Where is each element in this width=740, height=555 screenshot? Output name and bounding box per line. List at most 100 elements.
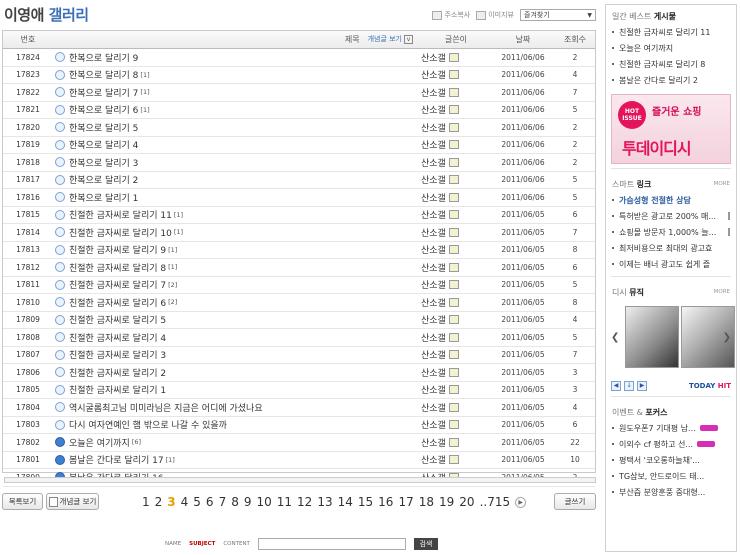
events-item[interactable]: 부산즘 분양훈풍 중대형... [606,484,736,500]
next-page-icon[interactable]: ▶ [515,496,527,508]
page-link[interactable]: 3 [167,495,175,509]
post-writer[interactable]: 산소갤 [421,226,491,239]
events-item[interactable]: 원도우폰7 기대평 남... [606,420,736,436]
page-link[interactable]: 10 [256,495,271,509]
post-title[interactable]: 친절한 금자씨로 달리기 9 [1] [53,243,421,256]
post-title[interactable]: 친절한 금자씨로 달리기 8 [1] [53,261,421,274]
post-title[interactable]: 다시 여자연예인 햄 밖으로 나갈 수 있을까 [53,418,421,431]
today-hit[interactable]: TODAY HIT [689,382,731,390]
post-writer[interactable]: 산소갤 [421,173,491,186]
search-option-name[interactable]: NAME [165,541,181,547]
events-item[interactable]: TG삼보, 안드로이드 태... [606,468,736,484]
last-page-link[interactable]: ..715 [480,495,511,509]
today-dc-banner[interactable]: HOT ISSUE 즐거운 쇼핑 투데이디시 [611,94,731,164]
concept-view-toggle[interactable]: 개념글 보기 v [368,34,413,45]
post-writer[interactable]: 산소갤 [421,348,491,361]
horizontal-scrollbar[interactable] [4,477,596,483]
page-link[interactable]: 11 [277,495,292,509]
page-link[interactable]: 14 [338,495,353,509]
post-writer[interactable]: 산소갤 [421,156,491,169]
smart-item[interactable]: 최저비용으로 최대의 광고효 [606,240,736,256]
smart-item[interactable]: 특허받은 광고로 200% 매... [606,208,736,224]
smart-item[interactable]: 이제는 배너 광고도 쉽게 즐 [606,256,736,272]
post-title[interactable]: 한복으로 달리기 4 [53,138,421,151]
page-link[interactable]: 2 [155,495,163,509]
page-link[interactable]: 18 [419,495,434,509]
post-title[interactable]: 한복으로 달리기 2 [53,173,421,186]
page-link[interactable]: 6 [206,495,214,509]
next-icon[interactable]: ▶ [637,381,647,391]
search-button[interactable]: 검색 [413,538,438,550]
smart-more-link[interactable]: MORE [714,181,730,187]
download-icon[interactable]: ↓ [624,381,634,391]
chevron-right-icon[interactable]: ❯ [723,332,731,343]
post-title[interactable]: 한복으로 달리기 7 [1] [53,86,421,99]
post-writer[interactable]: 산소갤 [421,313,491,326]
music-more-link[interactable]: MORE [714,289,730,295]
post-writer[interactable]: 산소갤 [421,261,491,274]
post-title[interactable]: 한복으로 달리기 6 [1] [53,103,421,116]
list-button[interactable]: 목록보기 [2,493,43,510]
best-item[interactable]: 친절한 금자씨로 달리기 8 [606,56,736,72]
concept-list-button[interactable]: 개념글 보기 [46,493,99,510]
post-writer[interactable]: 산소갤 [421,296,491,309]
post-writer[interactable]: 산소갤 [421,208,491,221]
post-title[interactable]: 한복으로 달리기 3 [53,156,421,169]
write-button[interactable]: 글쓰기 [554,493,596,510]
page-link[interactable]: 7 [219,495,227,509]
post-writer[interactable]: 산소갤 [421,453,491,466]
post-title[interactable]: 친절한 금자씨로 달리기 1 [53,383,421,396]
post-writer[interactable]: 산소갤 [421,103,491,116]
smart-item[interactable]: 가슴성형 전절한 상담 [606,192,736,208]
album-cover[interactable] [625,306,679,368]
post-writer[interactable]: 산소갤 [421,68,491,81]
page-link[interactable]: 16 [378,495,393,509]
post-writer[interactable]: 산소갤 [421,401,491,414]
post-writer[interactable]: 산소갤 [421,51,491,64]
post-writer[interactable]: 산소갤 [421,331,491,344]
page-link[interactable]: 15 [358,495,373,509]
post-title[interactable]: 친절한 금자씨로 달리기 3 [53,348,421,361]
page-link[interactable]: 12 [297,495,312,509]
best-item[interactable]: 친절한 금자씨로 달리기 11 [606,24,736,40]
favorites-select[interactable]: 즐겨찾기 ▼ [520,9,596,21]
smart-item[interactable]: 쇼핑몰 방문자 1,000% 늘... [606,224,736,240]
post-writer[interactable]: 산소갤 [421,138,491,151]
post-title[interactable]: 친절한 금자씨로 달리기 7 [2] [53,278,421,291]
page-title[interactable]: 이영애 갤러리 [4,4,89,25]
post-writer[interactable]: 산소갤 [421,243,491,256]
post-writer[interactable]: 산소갤 [421,121,491,134]
post-title[interactable]: 친절한 금자씨로 달리기 10 [1] [53,226,421,239]
post-writer[interactable]: 산소갤 [421,86,491,99]
search-option-content[interactable]: CONTENT [223,541,250,547]
best-item[interactable]: 오늘은 여기까지 [606,40,736,56]
events-item[interactable]: 이외수 cf 평하고 선... [606,436,736,452]
post-title[interactable]: 한복으로 달리기 1 [53,191,421,204]
post-title[interactable]: 오늘은 여기까지 [6] [53,436,421,449]
post-title[interactable]: 친절한 금자씨로 달리기 4 [53,331,421,344]
image-view-link[interactable]: 이미지뷰 [476,10,514,20]
post-title[interactable]: 친절한 금자씨로 달리기 11 [1] [53,208,421,221]
post-title[interactable]: 역시굴롬최고님 미미라님은 지금은 어디에 가셨나요 [53,401,421,414]
post-writer[interactable]: 산소갤 [421,418,491,431]
post-writer[interactable]: 산소갤 [421,383,491,396]
events-item[interactable]: 평택서 '코오롱하늘채'... [606,452,736,468]
copy-address-link[interactable]: 주소복사 [432,10,470,20]
post-title[interactable]: 한복으로 달리기 9 [53,51,421,64]
best-item[interactable]: 봄날은 간다로 달리기 2 [606,72,736,88]
page-link[interactable]: 1 [142,495,150,509]
post-title[interactable]: 친절한 금자씨로 달리기 5 [53,313,421,326]
page-link[interactable]: 8 [231,495,239,509]
post-title[interactable]: 봄날은 간다로 달리기 17 [1] [53,453,421,466]
post-writer[interactable]: 산소갤 [421,436,491,449]
post-writer[interactable]: 산소갤 [421,278,491,291]
page-link[interactable]: 17 [398,495,413,509]
page-link[interactable]: 5 [193,495,201,509]
prev-icon[interactable]: ◀ [611,381,621,391]
chevron-left-icon[interactable]: ❮ [611,332,619,343]
page-link[interactable]: 20 [459,495,474,509]
page-link[interactable]: 13 [317,495,332,509]
post-title[interactable]: 한복으로 달리기 5 [53,121,421,134]
search-option-subject[interactable]: SUBJECT [189,541,215,547]
page-link[interactable]: 19 [439,495,454,509]
